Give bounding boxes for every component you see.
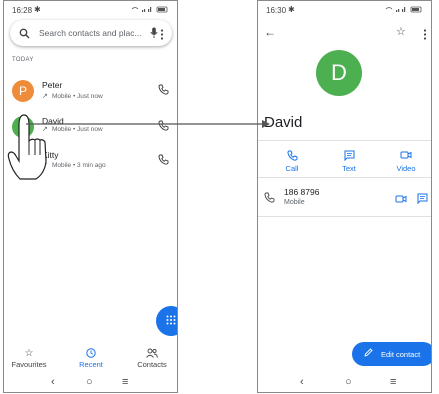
arrow-icon	[26, 120, 270, 128]
